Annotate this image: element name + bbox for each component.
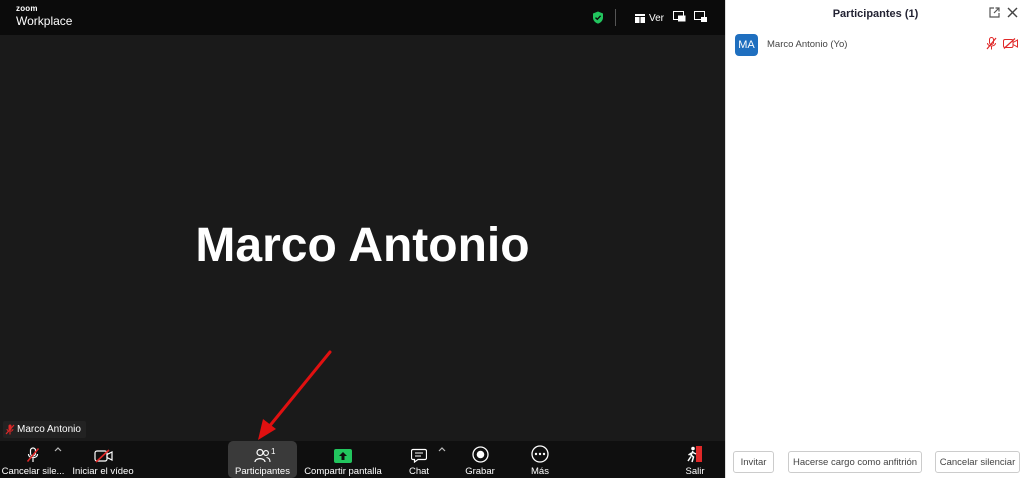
participant-name: Marco Antonio (Yo): [767, 39, 848, 50]
video-off-icon: [93, 449, 113, 463]
chat-icon: [411, 448, 427, 463]
participants-icon: [254, 448, 271, 463]
unmute-label: Cancelar sile...: [1, 466, 65, 477]
invite-button[interactable]: Invitar: [733, 451, 774, 473]
pip-icon[interactable]: [673, 11, 686, 22]
shield-check-icon[interactable]: [592, 11, 604, 24]
panel-title: Participantes (1): [832, 8, 919, 20]
meeting-toolbar: Cancelar sile... Iniciar el vídeo Partic…: [0, 441, 725, 478]
top-bar: zoom Workplace Ver: [0, 0, 725, 35]
video-name-tag: Marco Antonio: [3, 421, 86, 438]
claim-host-button[interactable]: Hacerse cargo como anfitrión: [788, 451, 922, 473]
participants-panel: Participantes (1) MA Marco Antonio (Yo): [725, 0, 1024, 478]
zoom-app: zoom Workplace Ver Marco Antonio Marco A…: [0, 0, 1024, 478]
more-label: Más: [531, 466, 549, 477]
start-video-button[interactable]: Iniciar el vídeo: [72, 441, 134, 478]
chevron-up-icon[interactable]: [53, 445, 63, 453]
mic-muted-icon[interactable]: [986, 37, 997, 50]
mic-muted-icon: [5, 424, 15, 435]
meeting-area: zoom Workplace Ver Marco Antonio Marco A…: [0, 0, 725, 478]
record-icon: [471, 446, 489, 463]
more-button[interactable]: Más: [526, 441, 554, 478]
close-icon[interactable]: [1007, 7, 1018, 18]
leave-icon: [687, 446, 702, 463]
topbar-divider: [615, 9, 616, 26]
active-speaker-name: Marco Antonio: [195, 219, 530, 272]
participants-count-badge: 1: [271, 447, 276, 456]
view-button[interactable]: Ver: [635, 10, 664, 26]
record-button[interactable]: Grabar: [463, 441, 497, 478]
share-screen-icon: [334, 449, 352, 463]
record-label: Grabar: [465, 466, 495, 477]
zoom-logo: zoom Workplace: [16, 4, 73, 28]
mic-muted-icon: [26, 447, 40, 463]
fullscreen-icon[interactable]: [694, 11, 707, 22]
video-off-icon[interactable]: [1003, 38, 1018, 49]
share-screen-label: Compartir pantalla: [304, 466, 382, 477]
participant-row[interactable]: MA Marco Antonio (Yo): [726, 32, 1024, 56]
participants-button[interactable]: Participantes: [228, 441, 297, 478]
leave-label: Salir: [685, 466, 705, 477]
start-video-label: Iniciar el vídeo: [72, 466, 134, 477]
more-icon: [531, 445, 549, 463]
avatar: MA: [735, 34, 758, 56]
view-label: Ver: [649, 12, 665, 24]
logo-top: zoom: [16, 4, 38, 13]
chevron-up-icon[interactable]: [437, 445, 447, 453]
view-grid-icon: [635, 13, 645, 23]
name-tag-label: Marco Antonio: [17, 424, 81, 435]
logo-bottom: Workplace: [16, 14, 73, 28]
leave-button[interactable]: Salir: [682, 441, 708, 478]
participants-label: Participantes: [235, 466, 290, 477]
share-screen-button[interactable]: Compartir pantalla: [304, 441, 382, 478]
unmute-all-button[interactable]: Cancelar silenciar: [935, 451, 1020, 473]
chat-label: Chat: [408, 466, 430, 477]
pop-out-icon[interactable]: [989, 7, 1000, 18]
red-arrow-annotation: [250, 348, 340, 442]
chat-button[interactable]: Chat: [405, 441, 433, 478]
